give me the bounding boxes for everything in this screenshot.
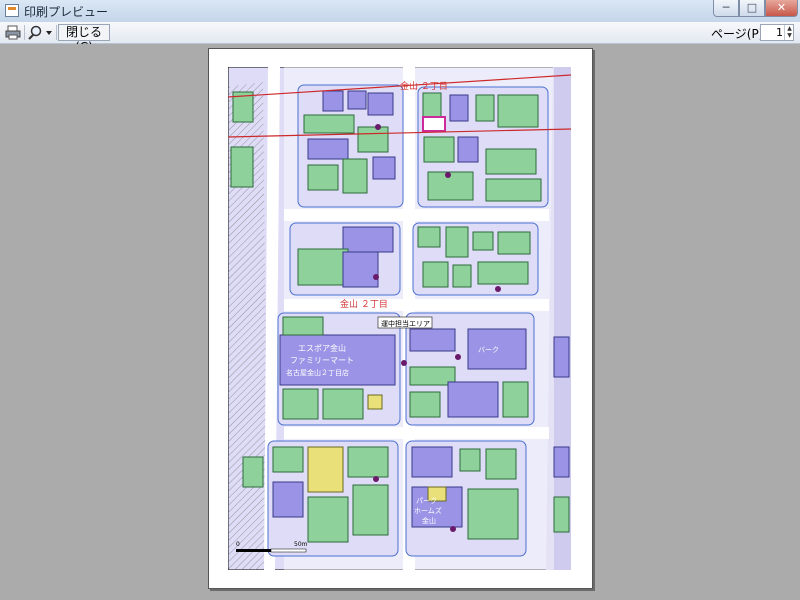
preview-page: 金山 ２丁目 金山 ２丁目 運中担当エリア エスポア金山 ファミリーマート 名古…: [208, 48, 593, 589]
toolbar-separator: [24, 25, 25, 40]
area-callout: 運中担当エリア: [381, 319, 430, 328]
maximize-button[interactable]: □: [739, 0, 765, 17]
window-title: 印刷プレビュー: [24, 5, 109, 19]
park-label-3: 金山: [422, 516, 436, 525]
preview-area[interactable]: 金山 ２丁目 金山 ２丁目 運中担当エリア エスポア金山 ファミリーマート 名古…: [0, 44, 800, 600]
scale-zero: 0: [236, 541, 240, 548]
close-preview-button[interactable]: 閉じる(C): [58, 24, 110, 54]
park-label-1: パーク: [416, 497, 437, 505]
page-stepper[interactable]: ▲ ▼: [760, 24, 794, 41]
park-label-2: ホームズ: [414, 506, 442, 515]
page-label: ページ(P): [711, 27, 764, 41]
toolbar-separator: [56, 25, 57, 40]
store-name-line-2: ファミリーマート: [290, 356, 354, 365]
print-button[interactable]: [4, 24, 22, 41]
store-name-line-1: エスポア金山: [298, 343, 346, 353]
spin-arrows[interactable]: ▲ ▼: [784, 25, 794, 40]
toolbar: 閉じる(C) ページ(P) ▲ ▼: [0, 22, 800, 54]
zoom-dropdown-button[interactable]: [27, 24, 55, 41]
magnifier-icon: [28, 25, 52, 40]
minimize-button[interactable]: ─: [713, 0, 739, 17]
spin-down-icon[interactable]: ▼: [785, 32, 794, 39]
block-label-middle: 金山 ２丁目: [340, 298, 388, 310]
scale-50m: 50m: [294, 541, 308, 548]
title-bar: 印刷プレビュー ─ □ ✕: [0, 0, 800, 23]
printer-icon: [5, 25, 21, 40]
spin-up-icon[interactable]: ▲: [785, 25, 794, 32]
page-number-input[interactable]: [761, 25, 785, 40]
block-label-top: 金山 ２丁目: [400, 80, 448, 92]
store-name-line-3: 名古屋金山２丁目店: [286, 368, 349, 377]
map-image: 金山 ２丁目 金山 ２丁目 運中担当エリア エスポア金山 ファミリーマート 名古…: [228, 67, 571, 570]
close-window-button[interactable]: ✕: [765, 0, 798, 17]
app-icon: [5, 4, 19, 17]
store-label: バーク: [478, 346, 499, 354]
